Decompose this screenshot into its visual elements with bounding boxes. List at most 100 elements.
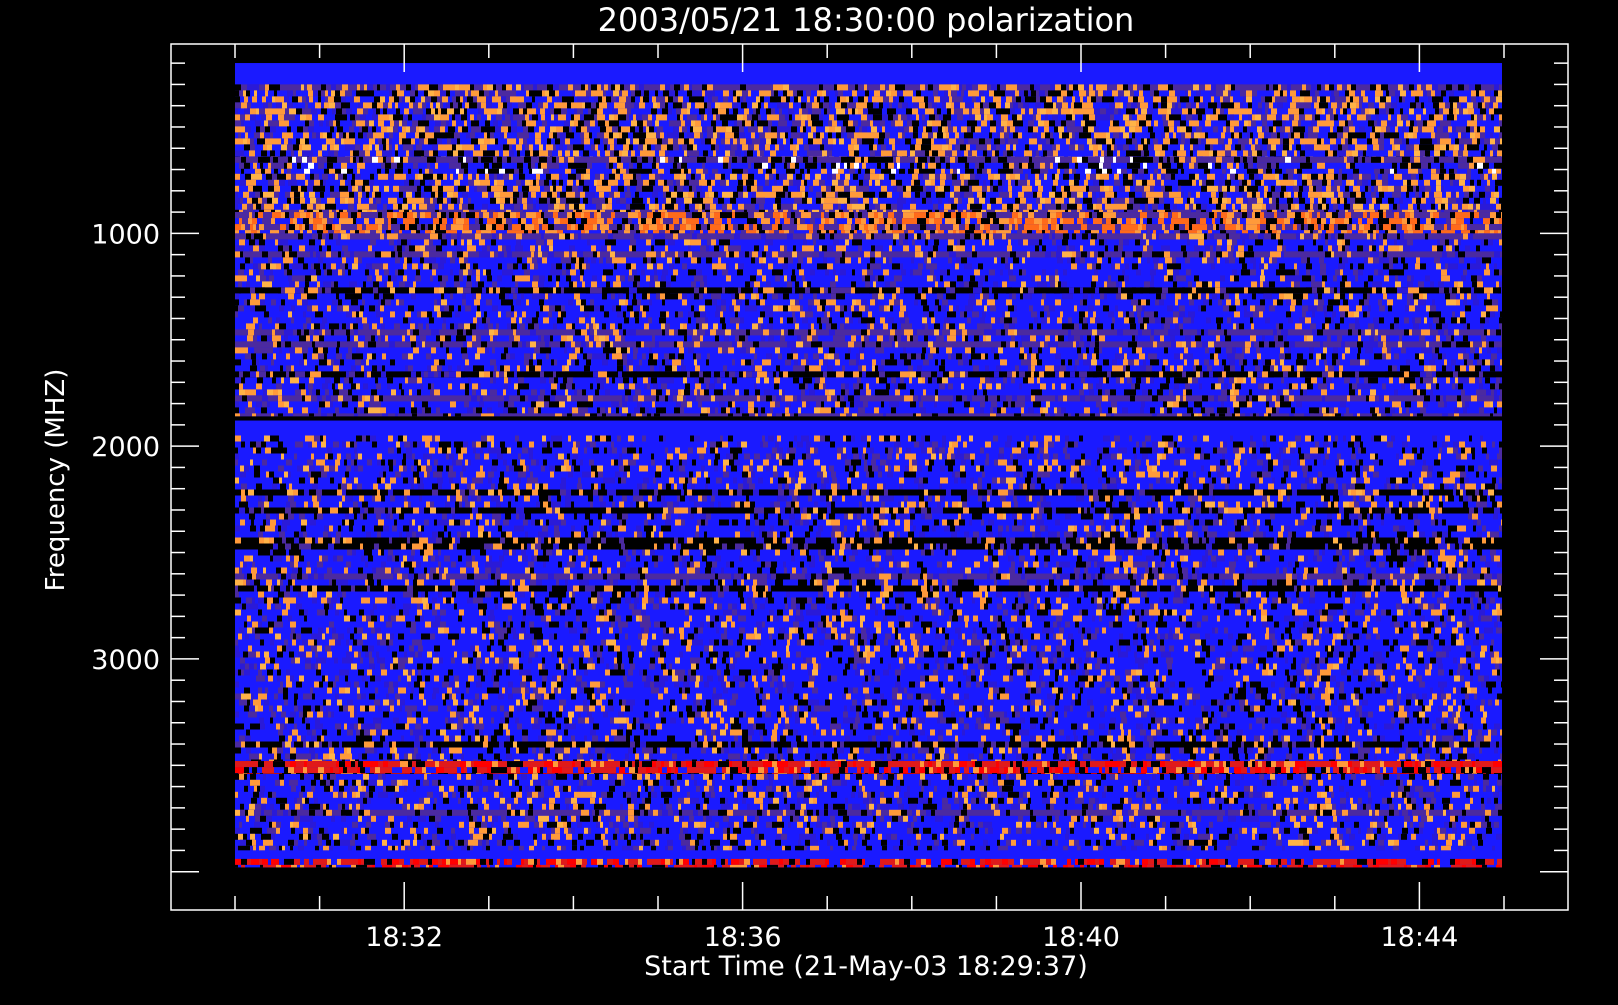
heatmap-cell [756, 157, 759, 163]
heatmap-cell [863, 192, 869, 198]
heatmap-cell [926, 138, 931, 144]
heatmap-cell [289, 108, 293, 114]
heatmap-cell [1483, 198, 1486, 204]
heatmap-cell [1126, 108, 1129, 114]
heatmap-cell [1036, 90, 1039, 96]
heatmap-cell [1300, 150, 1305, 156]
heatmap-cell [1386, 96, 1391, 102]
heatmap-cell [618, 186, 624, 192]
heatmap-cell [827, 174, 832, 180]
heatmap-cell [965, 163, 969, 169]
heatmap-cell [1000, 132, 1004, 138]
heatmap-cell [534, 210, 539, 212]
heatmap-cell [774, 210, 778, 212]
heatmap-cell [547, 84, 553, 90]
heatmap-cell [1102, 218, 1106, 224]
heatmap-cell [941, 120, 947, 126]
heatmap-cell [1246, 90, 1252, 96]
heatmap-cell [796, 174, 802, 180]
heatmap-cell [802, 198, 807, 204]
heatmap-cell [889, 102, 892, 108]
heatmap-cell [609, 157, 612, 163]
heatmap-cell [1413, 126, 1418, 132]
heatmap-cell [493, 84, 496, 90]
heatmap-cell [1248, 114, 1252, 120]
heatmap-cell [1137, 150, 1141, 156]
heatmap-cell [891, 169, 896, 174]
heatmap-cell [579, 144, 584, 150]
heatmap-cell [1254, 198, 1257, 204]
heatmap-cell [1083, 90, 1086, 96]
heatmap-cell [521, 224, 525, 230]
heatmap-cell [665, 96, 668, 102]
heatmap-cell [424, 186, 427, 192]
heatmap-cell [839, 210, 843, 212]
heatmap-cell [1293, 198, 1299, 204]
heatmap-cell [994, 174, 1000, 180]
heatmap-cell [827, 144, 833, 150]
heatmap-cell [284, 163, 287, 169]
heatmap-cell [1242, 212, 1247, 218]
heatmap-cell [345, 90, 348, 96]
heatmap-cell [447, 157, 453, 163]
heatmap-cell [1436, 174, 1439, 180]
heatmap-cell [754, 180, 757, 186]
heatmap-cell [1458, 84, 1464, 90]
heatmap-cell [1068, 218, 1071, 224]
heatmap-cell [625, 102, 629, 108]
heatmap-cell [1409, 126, 1413, 132]
heatmap-cell [437, 212, 441, 218]
heatmap-cell [947, 212, 951, 218]
heatmap-cell [1009, 90, 1015, 96]
heatmap-cell [893, 186, 897, 192]
heatmap-cell [1171, 218, 1177, 224]
heatmap-cell [1238, 174, 1244, 180]
heatmap-cell [1457, 102, 1461, 108]
heatmap-cell [285, 120, 289, 126]
heatmap-cell [1353, 174, 1359, 180]
heatmap-cell [247, 84, 253, 90]
heatmap-cell [1446, 138, 1451, 144]
heatmap-cell [419, 204, 422, 210]
heatmap-cell [352, 120, 356, 126]
heatmap-cell [1007, 204, 1013, 210]
heatmap-cell [380, 218, 384, 224]
heatmap-cell [811, 163, 817, 169]
heatmap-cell [1038, 186, 1043, 192]
heatmap-cell [1261, 96, 1265, 102]
heatmap-cell [747, 150, 753, 156]
heatmap-cell [478, 150, 483, 156]
heatmap-cell [464, 150, 470, 156]
heatmap-cell [880, 204, 886, 210]
heatmap-cell [1059, 132, 1062, 138]
heatmap-cell [585, 84, 588, 90]
heatmap-cell [1246, 138, 1249, 144]
heatmap-cell [1003, 163, 1009, 169]
heatmap-cell [1445, 102, 1450, 108]
heatmap-cell [340, 180, 345, 186]
heatmap-cell [1015, 90, 1019, 96]
heatmap-cell [1058, 126, 1064, 132]
heatmap-cell [922, 210, 928, 212]
heatmap-cell [383, 108, 387, 114]
heatmap-cell [590, 120, 595, 126]
heatmap-cell [1111, 192, 1114, 198]
heatmap-cell [1199, 180, 1202, 186]
heatmap-cell [1029, 157, 1032, 163]
heatmap-cell [327, 157, 333, 163]
heatmap-cell [276, 102, 282, 108]
heatmap-cell [398, 204, 402, 210]
heatmap-cell [490, 218, 496, 224]
heatmap-cell [490, 108, 494, 114]
heatmap-cell [1106, 132, 1110, 138]
heatmap-cell [498, 90, 504, 96]
heatmap-cell [1198, 163, 1202, 169]
heatmap-cell [335, 224, 341, 230]
heatmap-cell [454, 132, 460, 138]
heatmap-cell [766, 169, 769, 174]
heatmap-cell [760, 138, 766, 144]
heatmap-cell [552, 192, 557, 198]
heatmap-cell [609, 174, 615, 180]
heatmap-cell [715, 144, 719, 150]
heatmap-cell [597, 150, 600, 156]
